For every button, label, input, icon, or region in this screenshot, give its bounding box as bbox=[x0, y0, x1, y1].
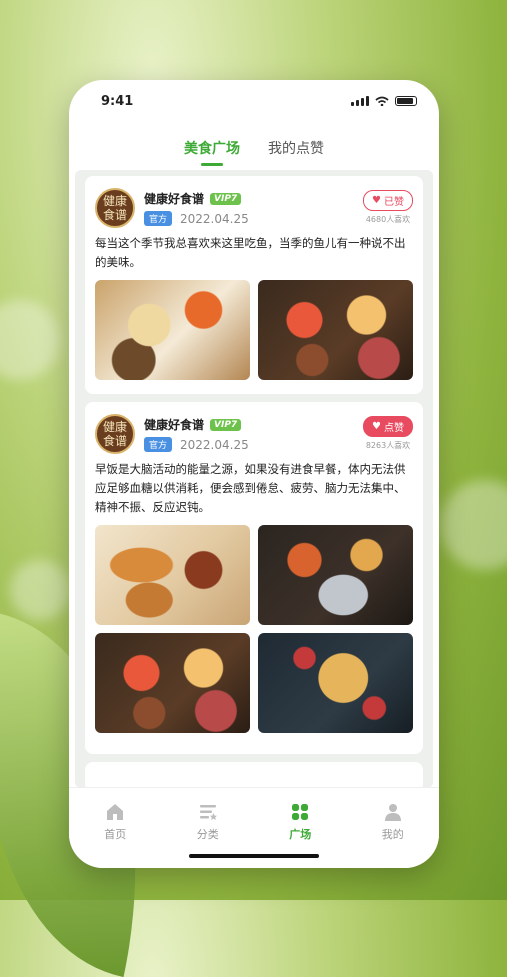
nav-label: 分类 bbox=[196, 828, 219, 841]
like-label: 已赞 bbox=[384, 197, 404, 208]
category-icon bbox=[199, 805, 217, 820]
plaza-icon bbox=[292, 804, 309, 820]
breakfast-spread-image[interactable] bbox=[258, 525, 413, 625]
heart-icon: ♥ bbox=[372, 421, 381, 432]
status-icons bbox=[351, 96, 417, 106]
post-date: 2022.04.25 bbox=[180, 211, 249, 226]
username[interactable]: 健康好食谱 bbox=[144, 190, 204, 207]
battery-icon bbox=[395, 96, 417, 106]
nav-label: 我的 bbox=[381, 828, 404, 841]
background-bokeh bbox=[10, 560, 70, 620]
nav-item-home[interactable]: 首页 bbox=[69, 788, 162, 868]
like-box: ♥ 点赞 8263人喜欢 bbox=[363, 414, 413, 451]
vip-badge: VIP7 bbox=[210, 192, 242, 205]
liked-button[interactable]: ♥ 已赞 bbox=[363, 190, 413, 211]
tab-my-likes[interactable]: 我的点赞 bbox=[268, 138, 324, 166]
profile-icon bbox=[384, 804, 401, 821]
heart-icon: ♥ bbox=[372, 195, 381, 206]
like-box: ♥ 已赞 4680人喜欢 bbox=[363, 188, 413, 225]
status-time: 9:41 bbox=[101, 94, 134, 109]
post-text: 早饭是大脑活动的能量之源，如果没有进食早餐，体内无法供应足够血糖以供消耗，便会感… bbox=[95, 462, 406, 514]
feast-table-image[interactable] bbox=[258, 280, 413, 380]
nav-label: 广场 bbox=[289, 828, 312, 841]
like-button[interactable]: ♥ 点赞 bbox=[363, 416, 413, 437]
avatar-text: 健康食谱 bbox=[102, 420, 127, 448]
fish-dish-image[interactable] bbox=[95, 280, 250, 380]
official-badge: 官方 bbox=[144, 211, 173, 226]
home-icon bbox=[107, 804, 124, 820]
wifi-icon bbox=[375, 96, 389, 106]
post-card-partial[interactable] bbox=[85, 762, 423, 788]
vip-badge: VIP7 bbox=[210, 418, 242, 431]
pancake-berries-image[interactable] bbox=[258, 633, 413, 733]
post-date: 2022.04.25 bbox=[180, 437, 249, 452]
phone-frame: 9:41 美食广场 我的点赞 健康食谱 健康好食谱 VIP7 官方 2022.0… bbox=[69, 80, 439, 868]
nav-item-profile[interactable]: 我的 bbox=[347, 788, 440, 868]
post-images bbox=[95, 280, 413, 380]
username[interactable]: 健康好食谱 bbox=[144, 416, 204, 433]
like-count: 4680人喜欢 bbox=[365, 215, 411, 224]
nav-label: 首页 bbox=[104, 828, 127, 841]
feast-table-image[interactable] bbox=[95, 633, 250, 733]
status-bar: 9:41 bbox=[69, 80, 439, 124]
like-count: 8263人喜欢 bbox=[365, 441, 411, 450]
pastry-image[interactable] bbox=[95, 525, 250, 625]
like-label: 点赞 bbox=[384, 423, 404, 434]
avatar[interactable]: 健康食谱 bbox=[95, 188, 135, 228]
background-bokeh bbox=[0, 300, 60, 380]
official-badge: 官方 bbox=[144, 437, 173, 452]
bottom-nav: 首页 分类 广场 我的 bbox=[69, 787, 439, 868]
post-card[interactable]: 健康食谱 健康好食谱 VIP7 官方 2022.04.25 ♥ 已赞 4680人… bbox=[85, 176, 423, 394]
post-card[interactable]: 健康食谱 健康好食谱 VIP7 官方 2022.04.25 ♥ 点赞 8263人… bbox=[85, 402, 423, 754]
tab-food-plaza[interactable]: 美食广场 bbox=[184, 138, 240, 166]
background-bokeh bbox=[440, 480, 507, 570]
post-text: 每当这个季节我总喜欢来这里吃鱼，当季的鱼儿有一种说不出的美味。 bbox=[95, 236, 406, 269]
avatar[interactable]: 健康食谱 bbox=[95, 414, 135, 454]
avatar-text: 健康食谱 bbox=[102, 194, 127, 222]
signal-icon bbox=[351, 96, 369, 106]
post-feed[interactable]: 健康食谱 健康好食谱 VIP7 官方 2022.04.25 ♥ 已赞 4680人… bbox=[75, 170, 433, 788]
home-indicator[interactable] bbox=[189, 854, 319, 858]
post-images bbox=[95, 525, 413, 733]
top-tabs: 美食广场 我的点赞 bbox=[69, 138, 439, 166]
